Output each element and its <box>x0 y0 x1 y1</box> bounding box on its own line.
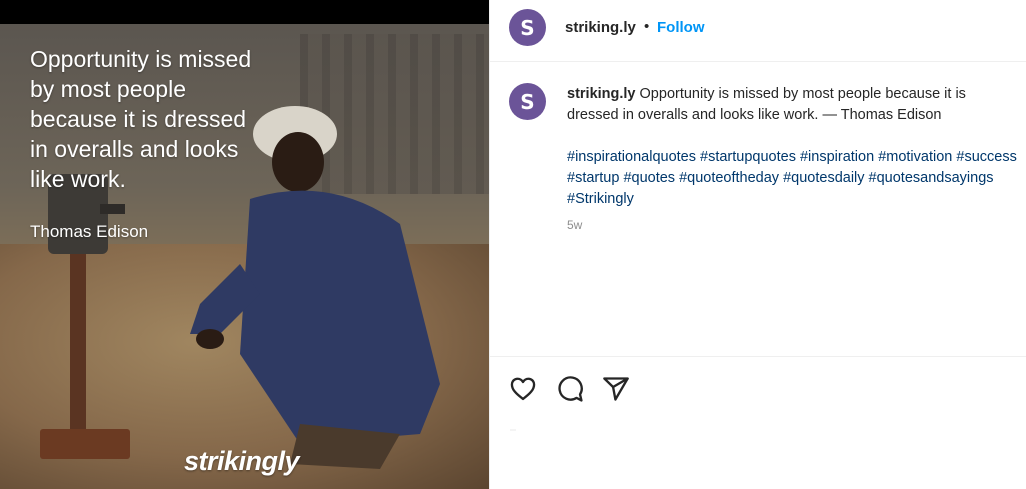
header-separator: • <box>644 18 650 35</box>
quote-line: by most people <box>30 76 186 102</box>
divider-mark <box>510 429 516 431</box>
post-side-panel: S striking.ly • Follow S striking.ly Opp… <box>489 0 1026 489</box>
heart-icon[interactable] <box>509 375 537 403</box>
hashtag-link[interactable]: #inspirationalquotes <box>567 149 696 165</box>
hashtag-link[interactable]: #quotesdaily <box>783 170 864 186</box>
quote-line: like work. <box>30 166 126 192</box>
hashtag-link[interactable]: #inspiration <box>800 149 874 165</box>
quote-line: because it is dressed <box>30 106 247 132</box>
follow-button[interactable]: Follow <box>657 19 705 36</box>
action-bar <box>490 356 1026 489</box>
hashtag-link[interactable]: #quotesandsayings <box>869 170 994 186</box>
post-image[interactable]: Opportunity is missed by most people bec… <box>0 0 489 489</box>
quote-text: Opportunity is missed by most people bec… <box>30 44 330 194</box>
post-header: S striking.ly • Follow <box>490 0 1026 62</box>
hashtag-link[interactable]: #quotes <box>623 170 675 186</box>
hashtag-link[interactable]: #motivation <box>878 149 952 165</box>
header-username[interactable]: striking.ly <box>565 19 636 36</box>
quote-author: Thomas Edison <box>30 222 149 241</box>
share-icon[interactable] <box>602 375 630 403</box>
hashtag-link[interactable]: #Strikingly <box>567 191 634 207</box>
quote-line: in overalls and looks <box>30 136 239 162</box>
quote-line: Opportunity is missed <box>30 46 252 72</box>
hashtag-link[interactable]: #quoteoftheday <box>679 170 779 186</box>
strikingly-watermark-logo: strikingly <box>184 446 300 476</box>
comment-icon[interactable] <box>556 375 584 403</box>
drill-press-graphic <box>40 174 130 459</box>
caption-body: striking.ly Opportunity is missed by mos… <box>567 84 1019 210</box>
hashtag-link[interactable]: #success <box>956 149 1016 165</box>
caption-username[interactable]: striking.ly <box>567 86 636 102</box>
hashtag-list: #inspirationalquotes #startupquotes #ins… <box>567 147 1019 210</box>
avatar[interactable]: S <box>509 9 546 46</box>
post-age-timestamp[interactable]: 5w <box>567 218 582 232</box>
hashtag-link[interactable]: #startupquotes <box>700 149 796 165</box>
hashtag-link[interactable]: #startup <box>567 170 619 186</box>
caption-avatar[interactable]: S <box>509 83 546 120</box>
